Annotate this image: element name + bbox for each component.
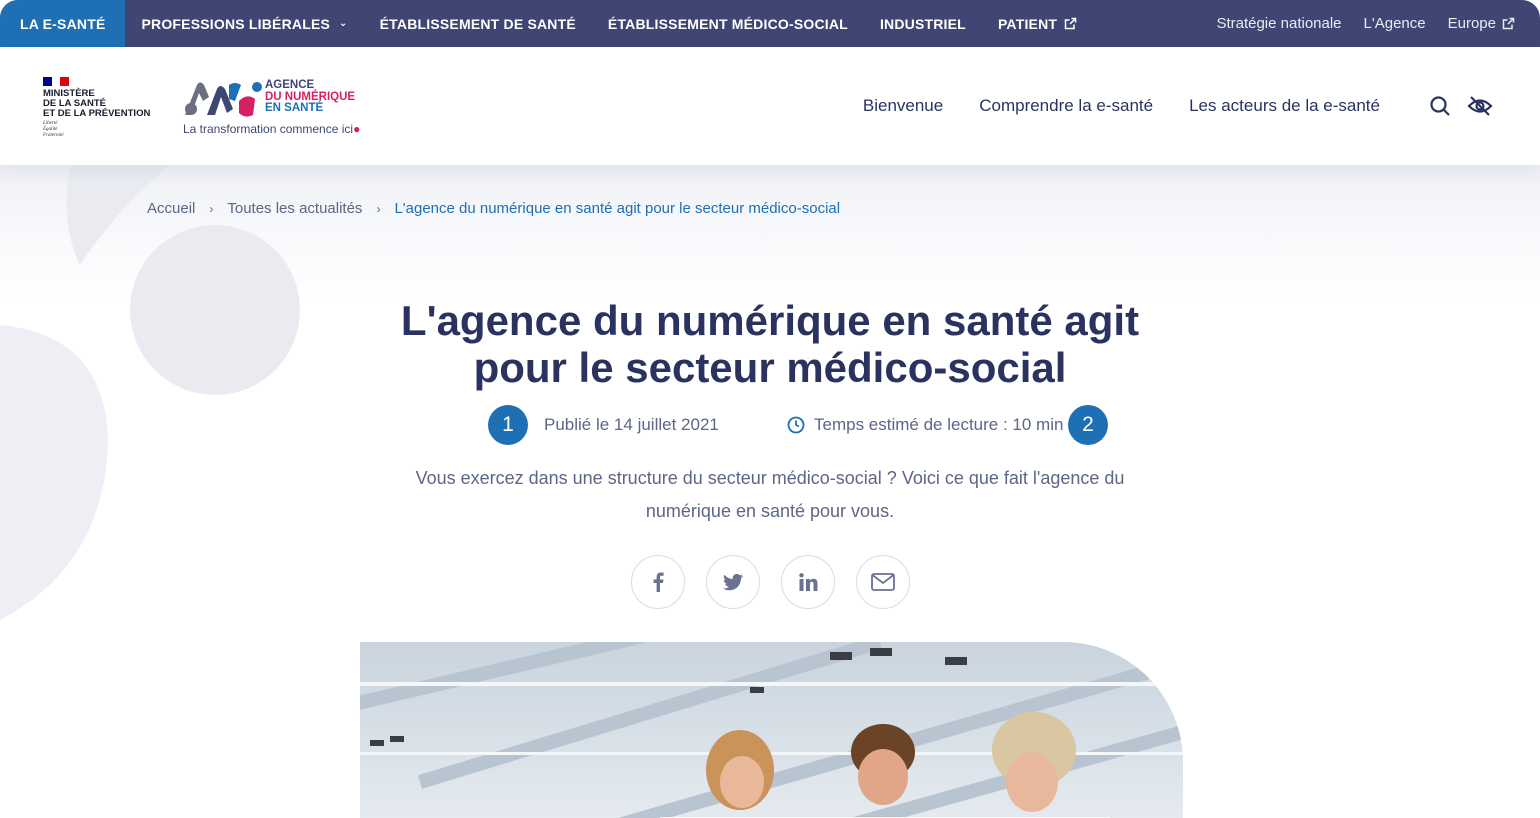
search-button[interactable] [1420, 86, 1460, 126]
link-europe[interactable]: Europe [1437, 15, 1526, 32]
ans-mark [185, 82, 262, 117]
breadcrumb-separator: › [376, 201, 381, 216]
ministere-name: MINISTÈRE DE LA SANTÉ ET DE LA PRÉVENTIO… [43, 89, 163, 118]
article-area: Accueil › Toutes les actualités › L'agen… [0, 165, 1540, 818]
eye-slash-icon [1467, 96, 1493, 116]
ans-tagline: La transformation commence ici● [183, 122, 360, 136]
breadcrumb-separator: › [209, 201, 214, 216]
publish-date: Publié le 14 juillet 2021 [544, 415, 719, 435]
map-pin-icon: ● [353, 122, 361, 136]
share-linkedin-button[interactable] [781, 555, 835, 609]
tab-etablissement-sante[interactable]: ÉTABLISSEMENT DE SANTÉ [364, 0, 592, 47]
share-twitter-button[interactable] [706, 555, 760, 609]
ans-wordmark: AGENCE DU NUMÉRIQUE EN SANTÉ [265, 79, 355, 115]
ministere-line: ET DE LA PRÉVENTION [43, 107, 151, 119]
link-agence[interactable]: L'Agence [1353, 15, 1437, 32]
ans-word: EN SANTÉ [265, 102, 324, 114]
tab-la-e-sante[interactable]: LA E-SANTÉ [0, 0, 126, 47]
annotation-badge-2: 2 [1068, 405, 1108, 445]
tab-label: ÉTABLISSEMENT DE SANTÉ [379, 15, 576, 32]
page-title: L'agence du numérique en santé agit pour… [320, 297, 1220, 391]
twitter-icon [723, 573, 743, 590]
clock-icon [787, 416, 805, 434]
tagline-text: La transformation commence ici [183, 122, 354, 136]
devise-line: Fraternité [43, 133, 64, 139]
ministere-logo[interactable]: MINISTÈRE DE LA SANTÉ ET DE LA PRÉVENTIO… [43, 77, 163, 139]
tab-professions-liberales[interactable]: PROFESSIONS LIBÉRALES ⌄ [125, 0, 363, 47]
facebook-icon [653, 572, 664, 592]
lead-line: Vous exercez dans une structure du secte… [415, 468, 1125, 488]
site-header: MINISTÈRE DE LA SANTÉ ET DE LA PRÉVENTIO… [0, 47, 1540, 165]
tab-patient[interactable]: PATIENT [982, 0, 1093, 47]
marianne-flag [43, 77, 70, 86]
breadcrumb: Accueil › Toutes les actualités › L'agen… [147, 200, 840, 217]
link-label: Stratégie nationale [1216, 15, 1342, 32]
tab-label: PROFESSIONS LIBÉRALES [141, 15, 331, 32]
title-line: pour le secteur médico-social [473, 344, 1067, 391]
accessibility-button[interactable] [1460, 86, 1500, 126]
mail-icon [871, 573, 895, 591]
annotation-badge-1: 1 [488, 405, 528, 445]
devise: Liberté Égalité Fraternité [43, 121, 163, 139]
external-link-icon [1502, 17, 1515, 30]
reading-time: Temps estimé de lecture : 10 min [787, 415, 1063, 435]
badge-number: 2 [1082, 413, 1094, 436]
breadcrumb-accueil[interactable]: Accueil [147, 200, 195, 217]
article-lead: Vous exercez dans une structure du secte… [370, 462, 1170, 528]
share-mail-button[interactable] [856, 555, 910, 609]
tab-label: ÉTABLISSEMENT MÉDICO-SOCIAL [607, 15, 848, 32]
linkedin-icon [798, 573, 817, 591]
share-buttons [631, 555, 931, 609]
institutional-links: Stratégie nationale L'Agence Europe [1205, 0, 1540, 47]
share-facebook-button[interactable] [631, 555, 685, 609]
article-hero-image [360, 642, 1183, 818]
breadcrumb-actualites[interactable]: Toutes les actualités [227, 200, 362, 217]
chevron-down-icon: ⌄ [339, 18, 348, 29]
badge-number: 1 [502, 413, 514, 436]
reading-time-text: Temps estimé de lecture : 10 min [814, 415, 1064, 434]
tab-label: INDUSTRIEL [879, 15, 966, 32]
page: LA E-SANTÉ PROFESSIONS LIBÉRALES ⌄ ÉTABLI… [0, 0, 1540, 818]
tab-industriel[interactable]: INDUSTRIEL [864, 0, 982, 47]
tab-etablissement-medico-social[interactable]: ÉTABLISSEMENT MÉDICO-SOCIAL [592, 0, 864, 47]
breadcrumb-current: L'agence du numérique en santé agit pour… [394, 200, 841, 217]
search-icon [1430, 96, 1450, 116]
title-line: L'agence du numérique en santé agit [400, 297, 1140, 344]
audience-bar: LA E-SANTÉ PROFESSIONS LIBÉRALES ⌄ ÉTABLI… [0, 0, 1540, 47]
external-link-icon [1064, 17, 1077, 30]
ans-word: AGENCE [265, 79, 315, 91]
tab-label: LA E-SANTÉ [20, 15, 106, 32]
nav-comprendre-e-sante[interactable]: Comprendre la e-santé [961, 96, 1171, 116]
link-strategie-nationale[interactable]: Stratégie nationale [1205, 15, 1352, 32]
decorative-shapes [0, 165, 300, 620]
hero-photo [360, 642, 1183, 818]
publish-date-text: Publié le 14 juillet 2021 [544, 415, 719, 434]
main-nav: Bienvenue Comprendre la e-santé Les acte… [845, 47, 1540, 165]
tab-label: PATIENT [997, 15, 1058, 32]
ans-logo[interactable]: AGENCE DU NUMÉRIQUE EN SANTÉ La transfor… [183, 79, 373, 139]
lead-line: numérique en santé pour vous. [645, 501, 895, 521]
nav-acteurs-e-sante[interactable]: Les acteurs de la e-santé [1171, 96, 1398, 116]
link-label: L'Agence [1363, 15, 1426, 32]
link-label: Europe [1447, 15, 1496, 32]
nav-bienvenue[interactable]: Bienvenue [845, 96, 961, 116]
